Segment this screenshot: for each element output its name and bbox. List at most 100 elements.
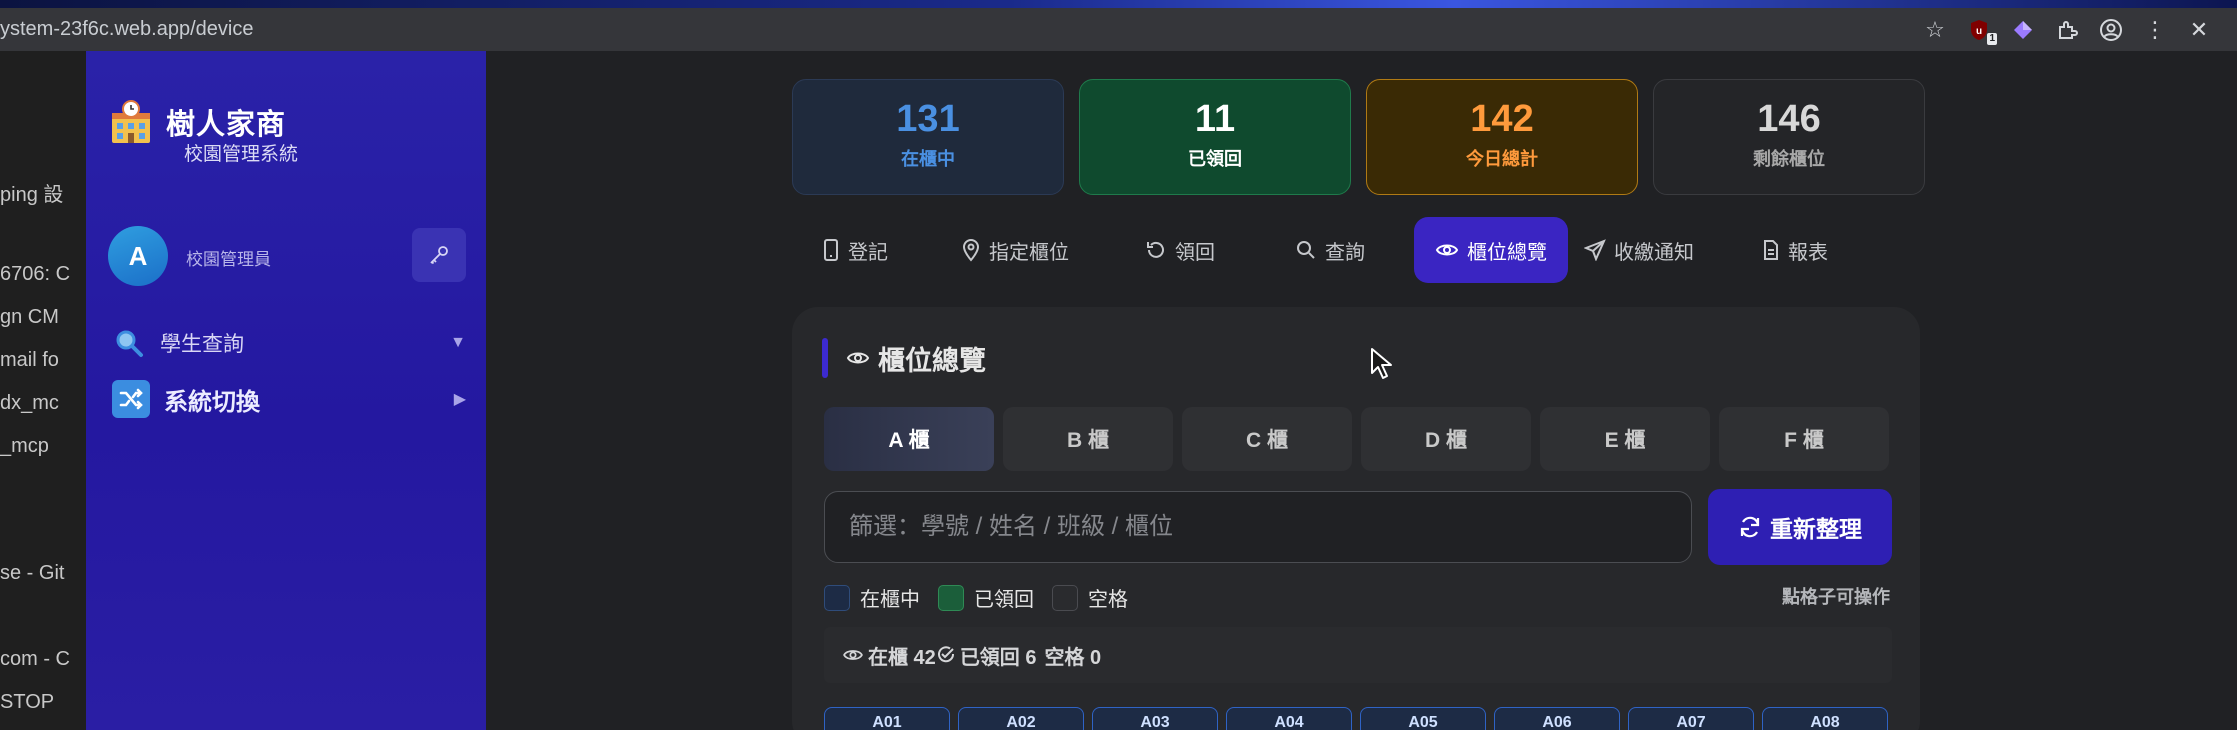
menu-kebab-icon[interactable]: ⋮ xyxy=(2133,8,2177,51)
tab-label: 領回 xyxy=(1175,241,1215,264)
tab-assign-slot[interactable]: 指定櫃位 xyxy=(930,217,1100,283)
tab-collection-notice[interactable]: 收繳通知 xyxy=(1574,217,1704,283)
bookmark-star-icon[interactable]: ☆ xyxy=(1913,8,1957,51)
mouse-cursor-icon xyxy=(1371,348,1392,379)
background-window-item[interactable]: 6706: C xyxy=(0,263,70,286)
eye-icon xyxy=(843,650,863,660)
slot-cell[interactable]: A03 xyxy=(1092,707,1218,730)
send-icon xyxy=(1584,239,1606,261)
shuffle-icon xyxy=(112,380,150,418)
cabinet-tab-a[interactable]: A 櫃 xyxy=(824,407,994,471)
tab-report[interactable]: 報表 xyxy=(1730,217,1860,283)
operation-hint: 點格子可操作 xyxy=(1782,587,1890,607)
close-icon[interactable]: ✕ xyxy=(2177,8,2221,51)
chevron-right-icon: ▶ xyxy=(453,391,466,408)
stat-card-in-cabinet: 131 在櫃中 xyxy=(792,79,1064,195)
background-window-item[interactable]: _mcp xyxy=(0,435,49,458)
summary-returned: 已領回 6 xyxy=(959,646,1037,669)
legend-label: 在櫃中 xyxy=(860,589,920,611)
slot-overview-card: 櫃位總覽 A 櫃 B 櫃 C 櫃 D 櫃 E 櫃 F 櫃 篩選：學號 / 姓名 … xyxy=(792,307,1920,730)
gem-extension-icon[interactable] xyxy=(2001,8,2045,51)
search-icon xyxy=(1297,241,1315,259)
stat-value: 142 xyxy=(1470,98,1534,140)
change-password-button[interactable] xyxy=(412,228,466,282)
background-window-item[interactable]: se - Git xyxy=(0,562,64,585)
key-icon xyxy=(430,246,448,265)
filter-input[interactable]: 篩選：學號 / 姓名 / 班級 / 櫃位 xyxy=(824,491,1692,563)
school-building-icon xyxy=(108,99,154,145)
legend-swatch-returned xyxy=(938,584,964,611)
section-header: 櫃位總覽 xyxy=(822,335,986,381)
cabinet-tab-c[interactable]: C 櫃 xyxy=(1182,407,1352,471)
ublock-extension-icon[interactable]: u 1 xyxy=(1957,8,2001,51)
background-window-item[interactable]: ping 設 xyxy=(0,178,63,207)
map-pin-icon xyxy=(962,239,980,262)
stat-card-remaining: 146 剩餘櫃位 xyxy=(1653,79,1925,195)
legend-swatch-in-cabinet xyxy=(824,584,850,611)
background-window-item[interactable]: com - C xyxy=(0,648,70,671)
tab-return[interactable]: 領回 xyxy=(1110,217,1250,283)
brand-subtitle: 校園管理系統 xyxy=(184,144,299,165)
tab-search[interactable]: 查詢 xyxy=(1260,217,1400,283)
legend-swatch-empty xyxy=(1052,584,1078,611)
accent-bar xyxy=(822,338,828,378)
stat-card-today-total: 142 今日總計 xyxy=(1366,79,1638,195)
avatar[interactable]: A xyxy=(108,226,168,286)
main-content: 131 在櫃中 11 已領回 142 今日總計 146 剩餘櫃位 登記 指定櫃位… xyxy=(486,51,2237,730)
refresh-button[interactable]: 重新整理 xyxy=(1708,489,1892,565)
slot-cell[interactable]: A02 xyxy=(958,707,1084,730)
user-panel: A 校園管理員 xyxy=(108,226,466,288)
stat-value: 146 xyxy=(1757,98,1821,140)
chevron-down-icon: ▼ xyxy=(450,334,466,351)
refresh-label: 重新整理 xyxy=(1770,516,1862,542)
tab-label: 報表 xyxy=(1788,241,1828,264)
background-window-item[interactable]: STOP xyxy=(0,691,54,714)
tab-label: 收繳通知 xyxy=(1614,241,1694,264)
slot-cell[interactable]: A05 xyxy=(1360,707,1486,730)
browser-toolbar: ystem-23f6c.web.app/device ☆ u 1 ⋮ ✕ xyxy=(0,8,2237,51)
tab-label: 櫃位總覽 xyxy=(1467,241,1547,264)
tab-label: 查詢 xyxy=(1325,241,1365,264)
section-title: 櫃位總覽 xyxy=(878,345,986,376)
summary-empty: 空格 0 xyxy=(1044,646,1102,669)
phone-icon xyxy=(824,239,838,261)
magnifier-icon xyxy=(112,326,146,360)
sidebar: 樹人家商 校園管理系統 A 校園管理員 學生查詢 ▼ 系統切換 ▶ xyxy=(86,51,486,730)
extension-badge: 1 xyxy=(1987,33,1997,45)
sidebar-item-student-search[interactable]: 學生查詢 ▼ xyxy=(112,323,466,363)
background-window-item[interactable]: dx_mc xyxy=(0,392,59,415)
background-window-list: ping 設 6706: C gn CM mail fo dx_mc _mcp … xyxy=(0,51,86,730)
tab-register[interactable]: 登記 xyxy=(790,217,920,283)
profile-icon[interactable] xyxy=(2089,8,2133,51)
stat-value: 11 xyxy=(1194,98,1236,140)
slot-summary: 在櫃 42 已領回 6 空格 0 xyxy=(824,627,1892,683)
legend-label: 已領回 xyxy=(974,589,1034,611)
slot-cell[interactable]: A07 xyxy=(1628,707,1754,730)
sidebar-item-system-switch[interactable]: 系統切換 ▶ xyxy=(112,377,466,421)
window-top-strip xyxy=(0,0,2237,8)
tab-slot-overview[interactable]: 櫃位總覽 xyxy=(1414,217,1568,283)
stat-label: 在櫃中 xyxy=(901,149,955,169)
cabinet-tab-e[interactable]: E 櫃 xyxy=(1540,407,1710,471)
eye-icon xyxy=(1435,244,1459,256)
slot-cell[interactable]: A08 xyxy=(1762,707,1888,730)
svg-text:u: u xyxy=(1976,26,1982,37)
undo-icon xyxy=(1147,241,1164,258)
background-window-item[interactable]: mail fo xyxy=(0,349,59,372)
eye-icon xyxy=(846,352,870,364)
stat-label: 已領回 xyxy=(1188,149,1242,169)
slot-cell[interactable]: A01 xyxy=(824,707,950,730)
summary-in-cabinet: 在櫃 42 xyxy=(868,646,936,669)
cabinet-tab-f[interactable]: F 櫃 xyxy=(1719,407,1889,471)
cabinet-tab-b[interactable]: B 櫃 xyxy=(1003,407,1173,471)
document-icon xyxy=(1764,240,1778,260)
legend-label: 空格 xyxy=(1088,589,1128,611)
slot-cell[interactable]: A06 xyxy=(1494,707,1620,730)
background-window-item[interactable]: gn CM xyxy=(0,306,59,329)
address-bar[interactable]: ystem-23f6c.web.app/device xyxy=(0,8,253,51)
extensions-puzzle-icon[interactable] xyxy=(2045,8,2089,51)
check-circle-icon xyxy=(937,646,954,663)
slot-cell[interactable]: A04 xyxy=(1226,707,1352,730)
cabinet-tab-d[interactable]: D 櫃 xyxy=(1361,407,1531,471)
sidebar-item-label: 系統切換 xyxy=(164,388,260,416)
